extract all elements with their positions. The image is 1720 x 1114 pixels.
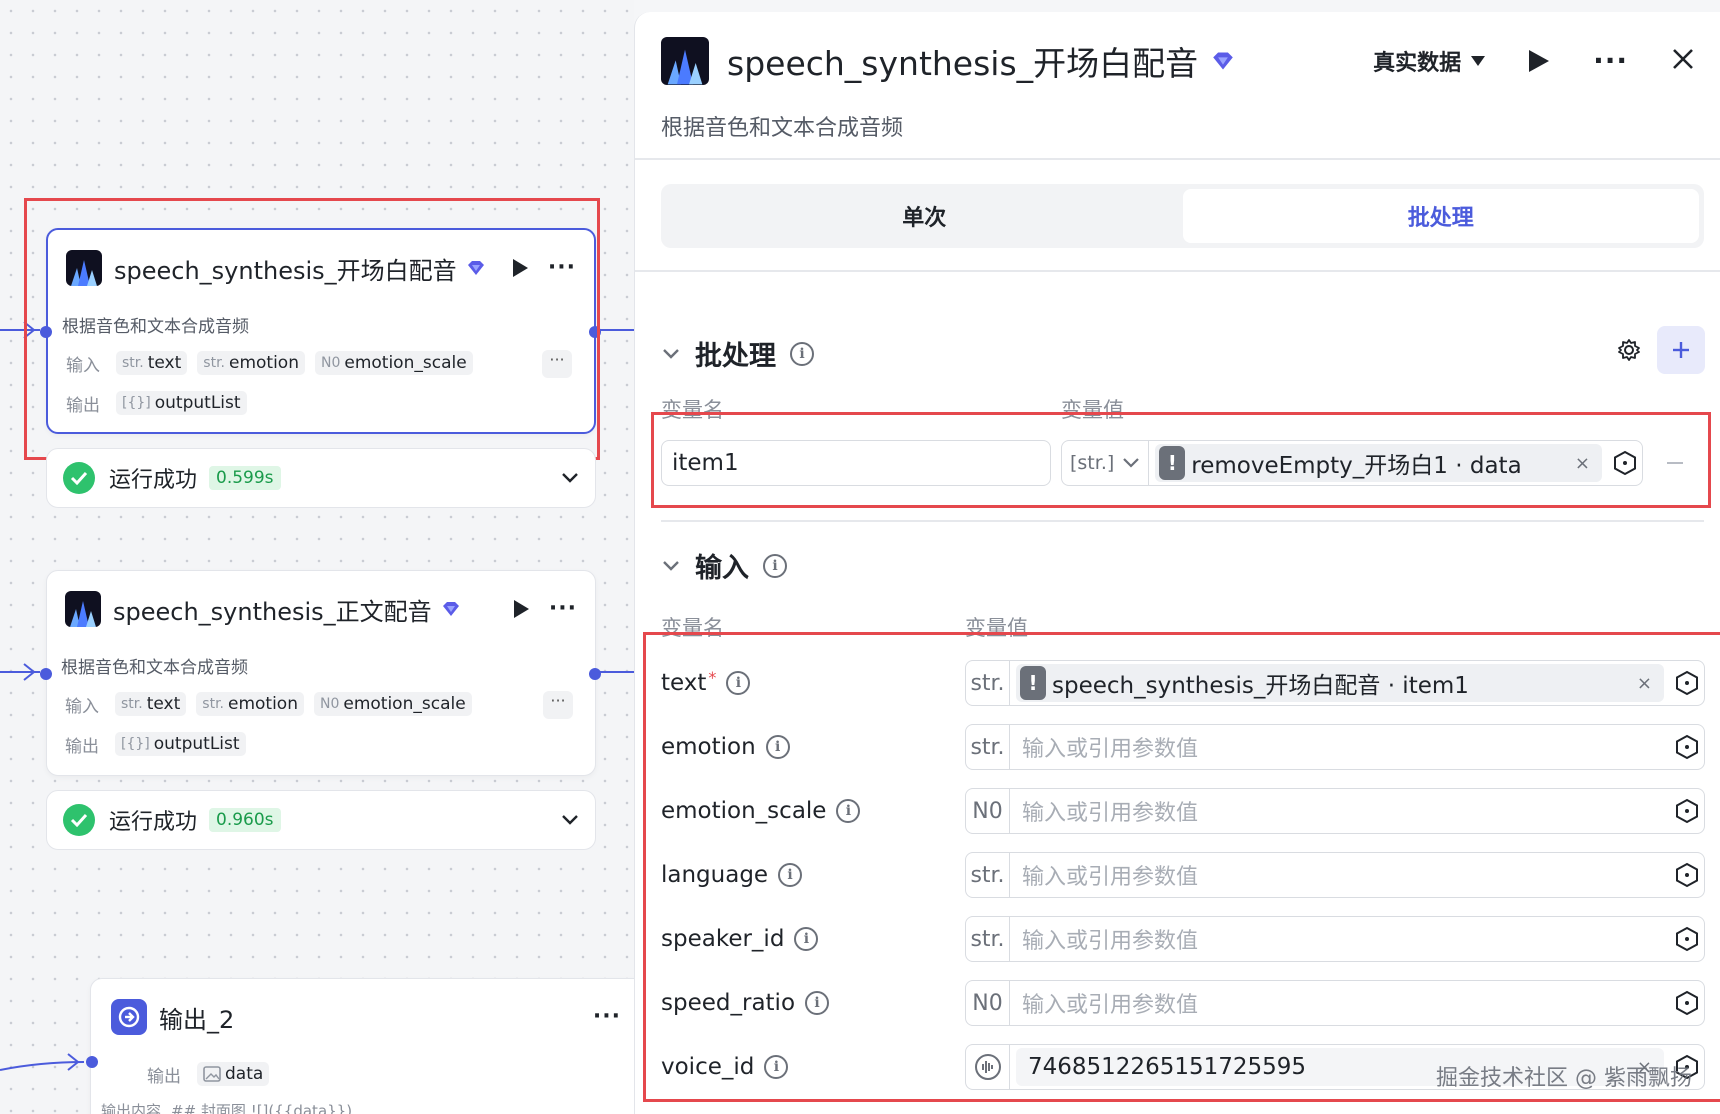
divider — [661, 520, 1704, 522]
batch-section-header[interactable]: 批处理 i — [661, 334, 814, 373]
output-node-icon — [111, 999, 147, 1035]
batch-section-title: 批处理 — [695, 341, 776, 372]
chevron-down-icon — [663, 348, 679, 359]
app-logo-icon — [661, 37, 709, 85]
highlight-box — [24, 198, 600, 460]
input-section-header[interactable]: 输入 i — [661, 546, 787, 585]
status-text: 运行成功 — [109, 810, 198, 835]
node-title: speech_synthesis_正文配音 — [113, 597, 432, 626]
mode-tabs: 单次 批处理 — [661, 184, 1704, 248]
add-batch-variable-button[interactable] — [1657, 326, 1705, 374]
connector-lines — [0, 321, 634, 1071]
run-time-badge: 0.599s — [209, 466, 281, 490]
info-icon: i — [763, 553, 787, 578]
run-time-badge: 0.960s — [209, 808, 281, 832]
node-output-row: 输出 data — [147, 1059, 270, 1089]
node-output-port[interactable] — [589, 668, 601, 680]
more-menu-icon[interactable]: ··· — [1593, 47, 1628, 75]
success-check-icon — [63, 462, 95, 494]
gem-icon — [442, 601, 460, 617]
node-output-2[interactable]: 输出_2 ··· 输出 data 输出内容 ## 封面图 ![]({{data}… — [90, 978, 634, 1114]
panel-description: 根据音色和文本合成音频 — [661, 116, 904, 141]
more-params-button[interactable]: ··· — [543, 691, 573, 719]
node-input-port[interactable] — [40, 668, 52, 680]
chevron-down-icon — [663, 560, 679, 571]
node-more-icon[interactable]: ··· — [593, 1006, 621, 1028]
node-config-panel: speech_synthesis_开场白配音 真实数据 ··· 根据音色和文本合… — [634, 12, 1720, 1114]
run-node-button[interactable] — [513, 600, 529, 618]
watermark: 掘金技术社区 @ 紫雨飘扬 — [1436, 1066, 1692, 1091]
node-input-port[interactable] — [86, 1056, 98, 1068]
caret-down-icon — [1471, 56, 1486, 66]
node-more-icon[interactable]: ··· — [549, 598, 577, 620]
tab-batch[interactable]: 批处理 — [1182, 189, 1699, 243]
divider — [635, 270, 1720, 272]
node-description: 根据音色和文本合成音频 — [61, 658, 248, 678]
input-param-tag: str. emotion — [196, 692, 304, 716]
chevron-down-icon[interactable] — [561, 469, 579, 488]
status-text: 运行成功 — [109, 468, 198, 493]
output-content-row: 输出内容 ## 封面图 ![]({{data}}) — [101, 1101, 353, 1114]
workflow-canvas[interactable]: speech_synthesis_开场白配音 ··· 根据音色和文本合成音频 输… — [0, 0, 634, 1114]
close-icon[interactable] — [1672, 48, 1694, 74]
gem-icon — [1212, 51, 1234, 71]
info-icon: i — [790, 341, 814, 366]
output-param-tag: data — [197, 1062, 270, 1086]
run-status-bar[interactable]: 运行成功 0.960s — [46, 790, 596, 850]
run-button[interactable] — [1529, 50, 1550, 72]
node-output-row: 输出 [{}] outputList — [65, 729, 246, 759]
run-status-bar[interactable]: 运行成功 0.599s — [46, 448, 596, 508]
chevron-down-icon[interactable] — [561, 811, 579, 830]
divider — [635, 158, 1720, 160]
settings-gear-icon[interactable] — [1617, 338, 1641, 366]
data-mode-select[interactable]: 真实数据 — [1373, 45, 1486, 77]
output-param-tag: [{}] outputList — [115, 732, 246, 756]
tab-single[interactable]: 单次 — [666, 189, 1183, 243]
app-logo-icon — [65, 591, 101, 627]
image-icon — [203, 1066, 221, 1082]
node-speech-synthesis-body[interactable]: speech_synthesis_正文配音 ··· 根据音色和文本合成音频 输入… — [46, 570, 596, 776]
input-param-tag: N0 emotion_scale — [313, 692, 472, 716]
highlight-box — [643, 632, 1720, 1102]
highlight-box — [651, 412, 1711, 508]
panel-title: speech_synthesis_开场白配音 — [727, 44, 1199, 83]
success-check-icon — [63, 804, 95, 836]
input-param-tag: str. text — [115, 692, 187, 716]
input-section-title: 输入 — [695, 553, 749, 584]
node-title: 输出_2 — [159, 1005, 235, 1034]
node-input-row: 输入 str. text str. emotion N0 emotion_scale — [65, 689, 472, 719]
